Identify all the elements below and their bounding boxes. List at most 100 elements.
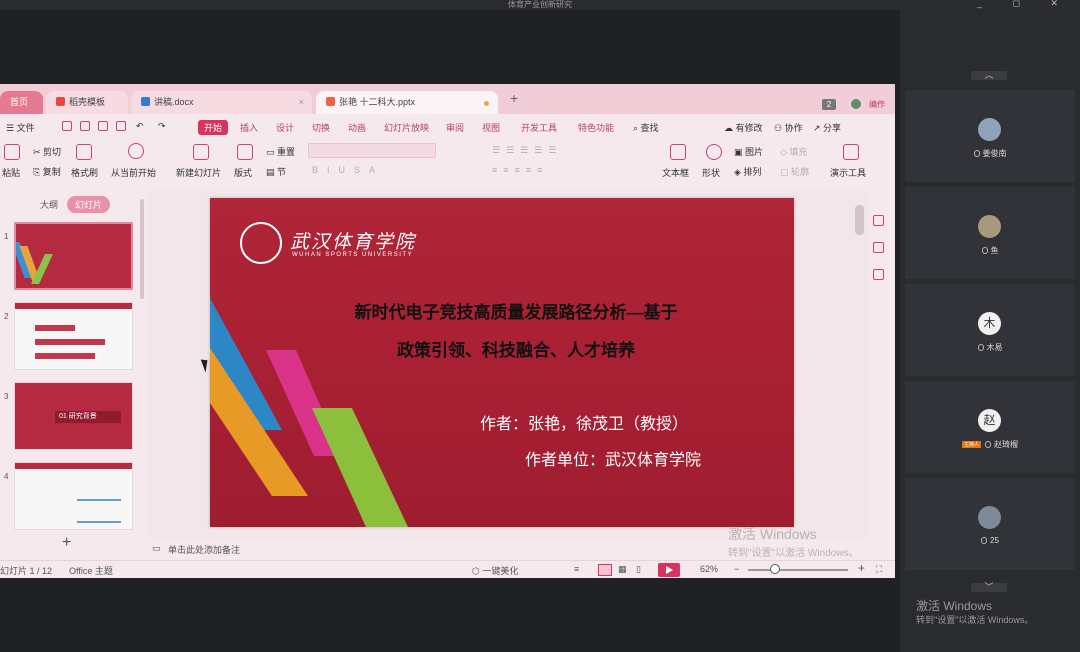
add-tab-button[interactable]: +	[510, 90, 518, 106]
export-icon[interactable]	[116, 121, 126, 131]
participant-card[interactable]: 赵 主持人 赵琦榴	[905, 381, 1075, 473]
theme-name[interactable]: Office 主题	[69, 564, 113, 577]
slide-thumb-1[interactable]	[14, 222, 133, 290]
slide-panel-scrollbar[interactable]	[140, 199, 144, 299]
menu-review[interactable]: 审阅	[446, 121, 464, 134]
slides-tab[interactable]: 幻灯片	[67, 196, 111, 213]
shape-button[interactable]: 形状	[702, 166, 720, 179]
textbox-icon[interactable]	[670, 144, 686, 160]
selection-pane-icon[interactable]	[873, 269, 884, 280]
zoom-slider-handle[interactable]	[770, 564, 780, 574]
user-name[interactable]: 编作	[869, 99, 885, 110]
picture-button[interactable]: ▣ 图片	[734, 145, 763, 158]
layout-button[interactable]: 版式	[234, 166, 252, 179]
redo-icon[interactable]: ↷	[158, 121, 166, 132]
zoom-level[interactable]: 62%	[700, 564, 718, 574]
canvas-scrollbar[interactable]	[855, 205, 864, 235]
play-button[interactable]	[658, 563, 680, 577]
paste-button[interactable]: 粘贴	[2, 166, 20, 179]
arrange-label: 排列	[743, 167, 762, 177]
format-painter-icon[interactable]	[76, 144, 92, 160]
changes-button[interactable]: ☁ 有修改	[724, 121, 763, 134]
paste-icon[interactable]	[4, 144, 20, 160]
font-name-select[interactable]	[308, 143, 436, 158]
slide-panel: 大纲 幻灯片 1 2 3 01 研究背景 4	[0, 190, 148, 552]
outline-button[interactable]: ▢ 轮廓	[780, 165, 809, 178]
beautify-button[interactable]: ⬡ 一键美化	[472, 564, 518, 577]
share-button[interactable]: ↗ 分享	[813, 121, 841, 134]
present-tools-icon[interactable]	[843, 144, 859, 160]
menu-transition[interactable]: 切换	[312, 121, 330, 134]
tab-doc[interactable]: 讲稿.docx ×	[131, 91, 312, 114]
menu-search[interactable]: ⌕ 查找	[633, 121, 659, 134]
mic-muted-icon	[973, 150, 980, 157]
fill-button[interactable]: ◇ 填充	[780, 145, 807, 158]
participant-card[interactable]: 木 木易	[905, 284, 1075, 376]
undo-history-icon[interactable]	[80, 121, 90, 131]
font-style-buttons[interactable]: BIUSA	[312, 165, 384, 175]
slide-thumb-2[interactable]	[14, 302, 133, 370]
participant-name: 主持人 赵琦榴	[905, 439, 1075, 450]
menu-start[interactable]: 开始	[198, 120, 229, 135]
reset-label: 重置	[277, 147, 296, 157]
slide-thumb-3[interactable]: 01 研究背景	[14, 382, 133, 450]
collab-button[interactable]: ⚇ 协作	[774, 121, 803, 134]
from-current-button[interactable]: 从当前开始	[111, 166, 156, 179]
slide-thumb-4[interactable]	[14, 462, 133, 530]
cut-button[interactable]: ✂ 剪切	[33, 145, 61, 158]
copy-button[interactable]: ⎘ 复制	[33, 165, 61, 178]
participant-card[interactable]: 25	[905, 478, 1075, 570]
menu-insert[interactable]: 插入	[240, 121, 258, 134]
menu-dev[interactable]: 开发工具	[521, 121, 557, 134]
participant-card[interactable]: 姜俊南	[905, 90, 1075, 182]
normal-view-icon[interactable]	[598, 564, 612, 576]
save-icon[interactable]	[62, 121, 72, 131]
menu-file[interactable]: ☰ 文件	[6, 121, 35, 134]
arrange-button[interactable]: ◈ 排列	[734, 165, 761, 178]
print-icon[interactable]	[98, 121, 108, 131]
scroll-up-button[interactable]: ︿	[971, 71, 1007, 80]
add-slide-button[interactable]: +	[62, 534, 71, 552]
outline-tab[interactable]: 大纲	[40, 198, 58, 211]
fit-window-icon[interactable]: ⛶	[876, 564, 882, 575]
align-buttons[interactable]: ≡≡≡≡≡	[492, 165, 548, 175]
window-count-badge[interactable]: 2	[822, 99, 836, 110]
reset-button[interactable]: ▭ 重置	[266, 145, 295, 158]
layout-icon[interactable]	[237, 144, 253, 160]
format-painter-button[interactable]: 格式刷	[71, 166, 98, 179]
zoom-in-icon[interactable]: +	[858, 561, 865, 575]
word-doc-icon	[141, 97, 150, 106]
avatar[interactable]	[851, 99, 861, 109]
section-button[interactable]: ▤ 节	[266, 165, 286, 178]
current-slide[interactable]: 武汉体育学院 WUHAN SPORTS UNIVERSITY 新时代电子竞技高质…	[210, 198, 794, 527]
new-slide-button[interactable]: 新建幻灯片	[176, 166, 221, 179]
tab-templates[interactable]: 稻壳模板	[46, 91, 128, 114]
menu-slideshow[interactable]: 幻灯片放映	[384, 121, 429, 134]
reading-view-icon[interactable]: ▯	[636, 564, 641, 575]
menu-design[interactable]: 设计	[276, 121, 294, 134]
shape-icon[interactable]	[706, 144, 722, 160]
new-slide-icon[interactable]	[193, 144, 209, 160]
properties-icon[interactable]	[873, 215, 884, 226]
participant-card[interactable]: 鱼	[905, 187, 1075, 279]
textbox-button[interactable]: 文本框	[662, 166, 689, 179]
slide-number: 4	[4, 472, 9, 481]
sorter-view-icon[interactable]: ▦	[618, 564, 627, 575]
close-icon[interactable]: ×	[299, 91, 304, 114]
menu-view[interactable]: 视图	[482, 121, 500, 134]
window-controls[interactable]: _ ◻ ✕	[977, 0, 1072, 9]
menu-special[interactable]: 特色功能	[578, 121, 614, 134]
notes-toggle-icon[interactable]: ≡	[574, 564, 579, 574]
scroll-down-button[interactable]: ﹀	[971, 583, 1007, 592]
menu-animation[interactable]: 动画	[348, 121, 366, 134]
unsaved-dot-icon	[484, 101, 489, 106]
zoom-slider[interactable]	[748, 569, 848, 571]
animation-pane-icon[interactable]	[873, 242, 884, 253]
zoom-out-icon[interactable]: −	[734, 564, 739, 574]
paragraph-buttons[interactable]: ☰☰☰☰☰	[492, 145, 562, 156]
play-from-current-icon[interactable]	[128, 143, 144, 159]
tab-ppt[interactable]: 张艳 十二科大.pptx	[316, 91, 498, 114]
undo-icon[interactable]: ↶	[136, 121, 144, 132]
present-tools-button[interactable]: 演示工具	[830, 166, 866, 179]
tab-home[interactable]: 首页	[0, 91, 43, 114]
